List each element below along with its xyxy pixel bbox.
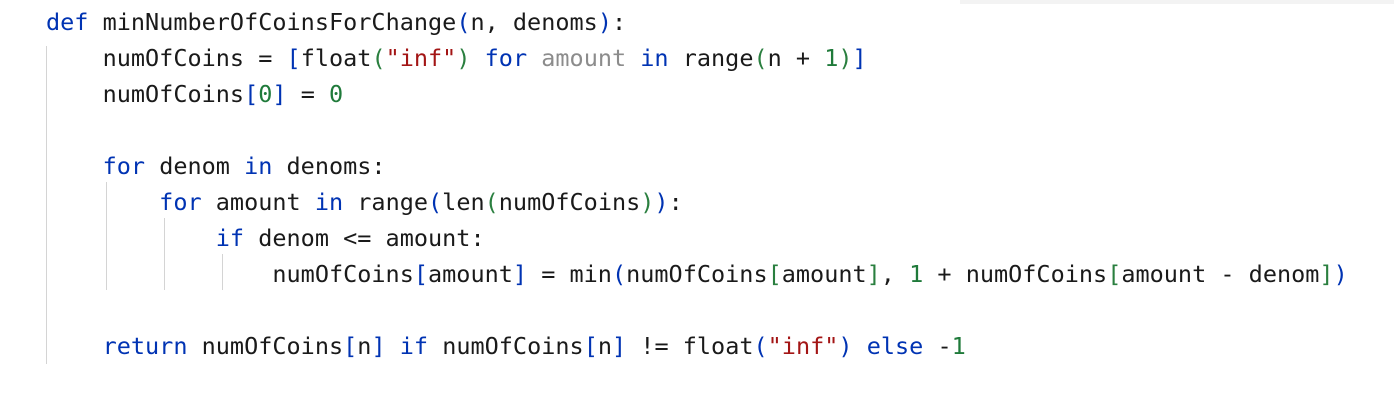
code-token: ]	[512, 260, 528, 288]
code-token: =	[286, 80, 329, 108]
code-token: in	[314, 188, 344, 216]
code-token: (	[371, 44, 386, 72]
code-token: return	[46, 332, 188, 360]
code-token: amount	[541, 44, 627, 72]
code-line[interactable]: if denom <= amount:	[46, 220, 1348, 256]
code-token: numOfCoins	[498, 188, 641, 216]
code-token: [	[583, 332, 598, 360]
code-line[interactable]	[46, 292, 1348, 328]
code-editor[interactable]: def minNumberOfCoinsForChange(n, denoms)…	[0, 0, 1394, 412]
code-token: (	[428, 188, 443, 216]
code-line[interactable]: for denom in denoms:	[46, 148, 1348, 184]
code-token: for	[470, 44, 542, 72]
code-token: n	[357, 332, 372, 360]
code-token: [	[244, 80, 259, 108]
code-text[interactable]: def minNumberOfCoinsForChange(n, denoms)…	[46, 4, 1348, 364]
code-token: for	[46, 152, 146, 180]
code-token: float	[300, 44, 372, 72]
code-token: numOfCoins	[46, 80, 245, 108]
code-token: range	[682, 44, 754, 72]
code-token: n, denoms	[470, 8, 598, 36]
code-token: numOfCoins	[187, 332, 344, 360]
code-token: ]	[866, 260, 881, 288]
code-token: [	[286, 44, 301, 72]
code-token: :	[668, 188, 683, 216]
code-token: "inf"	[767, 332, 839, 360]
code-token: 0	[329, 80, 344, 108]
code-token: ,	[880, 260, 910, 288]
code-token: )	[654, 188, 669, 216]
code-line[interactable]: numOfCoins[0] = 0	[46, 76, 1348, 112]
code-line[interactable]	[46, 112, 1348, 148]
code-token: :	[611, 8, 627, 36]
code-token: ]	[371, 332, 386, 360]
code-token: denom	[145, 152, 245, 180]
code-token: len	[442, 188, 485, 216]
code-token: 1	[909, 260, 924, 288]
code-token: numOfCoins =	[46, 44, 287, 72]
code-token: minNumberOfCoinsForChange	[88, 8, 457, 36]
code-token: )	[1333, 260, 1348, 288]
code-token: in	[626, 44, 683, 72]
code-token: (	[611, 260, 627, 288]
code-token: 0	[258, 80, 273, 108]
code-token: numOfCoins	[46, 260, 414, 288]
code-token: numOfCoins	[626, 260, 768, 288]
code-token: 1	[951, 332, 966, 360]
code-token: )	[640, 188, 655, 216]
code-token: range	[343, 188, 429, 216]
code-token: n	[597, 332, 612, 360]
code-token: amount	[781, 260, 867, 288]
code-token: [	[1107, 260, 1122, 288]
code-token: in	[244, 152, 273, 180]
code-line[interactable]: numOfCoins[amount] = min(numOfCoins[amou…	[46, 256, 1348, 292]
code-token: ]	[852, 44, 867, 72]
code-token: [	[767, 260, 782, 288]
code-token: [	[343, 332, 358, 360]
code-token: != float	[626, 332, 754, 360]
code-token: ]	[1319, 260, 1334, 288]
code-line[interactable]: numOfCoins = [float("inf") for amount in…	[46, 40, 1348, 76]
code-token: amount	[201, 188, 315, 216]
code-token: + numOfCoins	[923, 260, 1108, 288]
code-token: else	[852, 332, 924, 360]
code-token: denom <= amount:	[244, 224, 485, 252]
code-token: 1	[824, 44, 839, 72]
code-token: )	[838, 44, 853, 72]
code-token: )	[838, 332, 853, 360]
code-token: (	[753, 44, 768, 72]
code-token: ]	[612, 332, 627, 360]
code-token: -	[923, 332, 952, 360]
code-line[interactable]: def minNumberOfCoinsForChange(n, denoms)…	[46, 4, 1348, 40]
code-token: def	[46, 8, 89, 36]
code-token: for	[46, 188, 202, 216]
code-line[interactable]: for amount in range(len(numOfCoins)):	[46, 184, 1348, 220]
code-token: denoms:	[272, 152, 386, 180]
code-token: numOfCoins	[428, 332, 584, 360]
code-token: (	[456, 8, 471, 36]
code-token: if	[385, 332, 429, 360]
code-token: n +	[767, 44, 825, 72]
code-token: amount	[428, 260, 513, 288]
code-token: )	[597, 8, 612, 36]
code-line[interactable]: return numOfCoins[n] if numOfCoins[n] !=…	[46, 328, 1348, 364]
code-token: = min	[527, 260, 612, 288]
code-token: amount - denom	[1121, 260, 1320, 288]
code-token: (	[484, 188, 499, 216]
code-token: ]	[272, 80, 287, 108]
code-token: )	[456, 44, 471, 72]
code-token: [	[413, 260, 429, 288]
code-token: "inf"	[385, 44, 457, 72]
code-token: if	[46, 224, 245, 252]
code-token: (	[753, 332, 768, 360]
